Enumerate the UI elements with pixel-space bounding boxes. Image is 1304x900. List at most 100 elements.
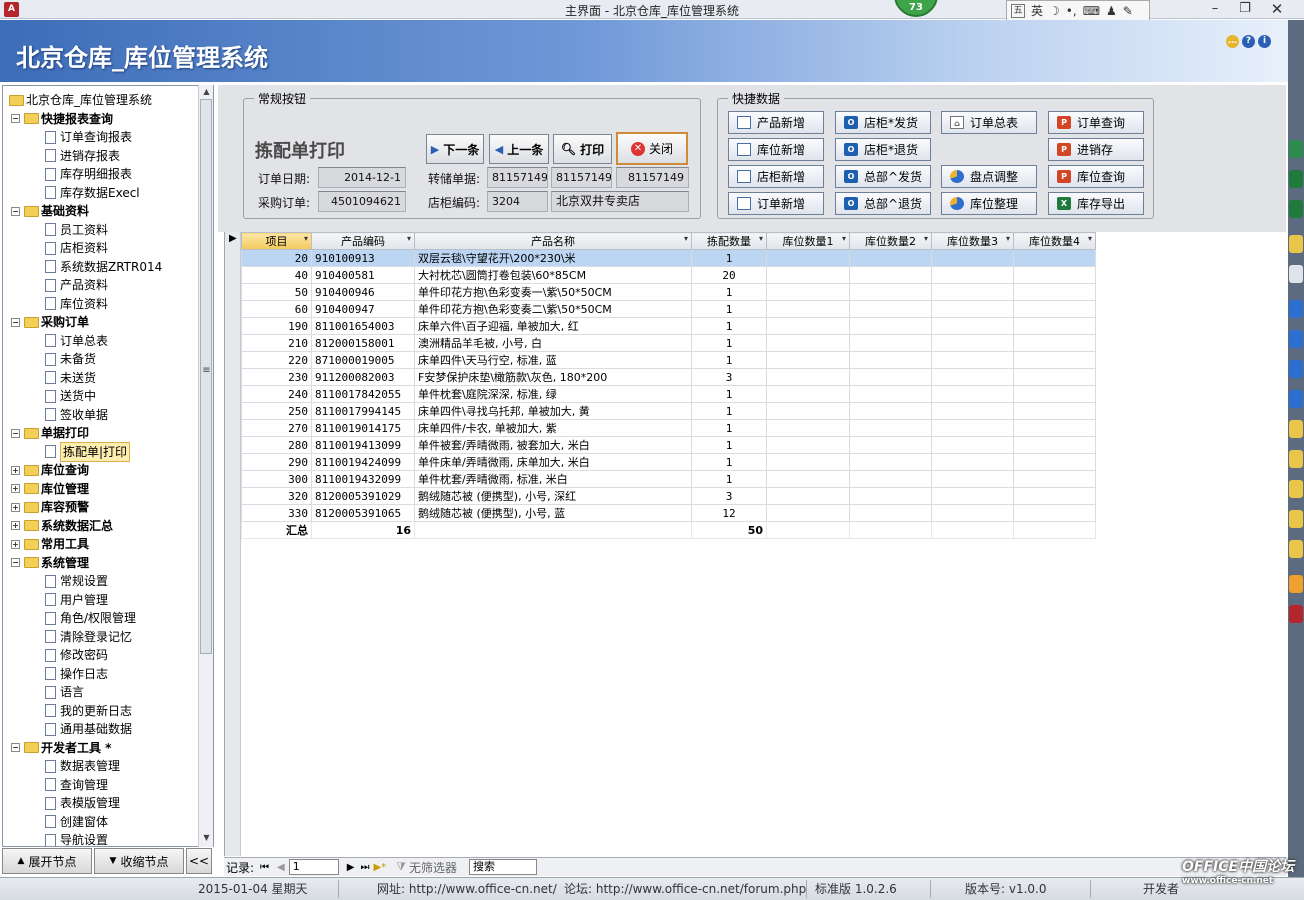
browser-icon[interactable] bbox=[1289, 390, 1303, 408]
app-icon[interactable] bbox=[1289, 575, 1303, 593]
column-header[interactable]: 库位数量2 ▾ bbox=[849, 232, 932, 250]
help-icon[interactable]: ? bbox=[1242, 35, 1255, 48]
close-form-button[interactable]: ✕ 关闭 bbox=[616, 132, 688, 165]
table-cell[interactable] bbox=[849, 266, 932, 284]
punctuation-icon[interactable]: •, bbox=[1066, 4, 1077, 18]
table-cell[interactable]: 280 bbox=[241, 436, 312, 454]
table-cell[interactable]: 8120005391029 bbox=[311, 487, 415, 505]
table-cell[interactable] bbox=[766, 368, 850, 386]
table-row[interactable]: 50 910400946 单件印花方抱\色彩变奏一\紫\50*50CM 1 bbox=[241, 283, 1096, 301]
current-record-input[interactable]: 1 bbox=[288, 859, 339, 875]
table-cell[interactable]: 床单四件\天马行空, 标准, 蓝 bbox=[414, 351, 692, 369]
table-cell[interactable] bbox=[849, 453, 932, 471]
table-cell[interactable] bbox=[849, 368, 932, 386]
wrench-icon[interactable]: ✎ bbox=[1123, 4, 1133, 18]
transfer-field-1[interactable]: 81157149 bbox=[487, 167, 548, 188]
table-cell[interactable]: 鹅绒随芯被 (便携型), 小号, 深红 bbox=[414, 487, 692, 505]
table-row[interactable]: 60 910400947 单件印花方抱\色彩变奏二\紫\50*50CM 1 bbox=[241, 300, 1096, 318]
nav-item[interactable]: 未备货 bbox=[45, 350, 96, 368]
table-cell[interactable] bbox=[1013, 470, 1096, 488]
nav-item[interactable]: 操作日志 bbox=[45, 665, 108, 683]
table-cell[interactable] bbox=[931, 249, 1014, 267]
nav-group[interactable]: − 采购订单 bbox=[11, 313, 89, 331]
po-field[interactable]: 4501094621 bbox=[318, 191, 406, 212]
prev-record-icon[interactable]: ◀ bbox=[277, 862, 285, 873]
folder-icon[interactable] bbox=[1289, 420, 1303, 438]
quick-button[interactable]: 库位新增 bbox=[728, 138, 824, 161]
table-cell[interactable]: 鹅绒随芯被 (便携型), 小号, 蓝 bbox=[414, 504, 692, 522]
nav-group[interactable]: + 库容预警 bbox=[11, 498, 89, 516]
nav-item[interactable]: 数据表管理 bbox=[45, 757, 120, 775]
collapse-node-icon[interactable]: − bbox=[11, 743, 20, 752]
nav-group[interactable]: − 开发者工具 * bbox=[11, 739, 111, 757]
table-cell[interactable]: 910400581 bbox=[311, 266, 415, 284]
nav-item[interactable]: 库存数据Execl bbox=[45, 184, 140, 202]
next-record-button[interactable]: ▶ 下一条 bbox=[426, 134, 484, 164]
nav-item[interactable]: 角色/权限管理 bbox=[45, 609, 136, 627]
table-cell[interactable] bbox=[766, 351, 850, 369]
column-header[interactable]: 拣配数量 ▾ bbox=[691, 232, 767, 250]
table-cell[interactable] bbox=[766, 487, 850, 505]
table-cell[interactable] bbox=[849, 487, 932, 505]
table-cell[interactable] bbox=[766, 283, 850, 301]
expand-node-icon[interactable]: + bbox=[11, 502, 20, 512]
store-name-field[interactable]: 北京双井专卖店 bbox=[551, 191, 689, 212]
table-cell[interactable] bbox=[849, 436, 932, 454]
order-date-field[interactable]: 2014-12-1 bbox=[318, 167, 406, 188]
nav-group[interactable]: + 常用工具 bbox=[11, 535, 89, 553]
table-row[interactable]: 270 8110019014175 床单四件/卡农, 单被加大, 紫1 bbox=[241, 419, 1096, 437]
nav-item[interactable]: 进销存报表 bbox=[45, 147, 120, 165]
nav-item[interactable]: 订单查询报表 bbox=[45, 128, 132, 146]
table-cell[interactable]: 811001654003 bbox=[311, 317, 415, 335]
table-cell[interactable]: 澳洲精品羊毛被, 小号, 白 bbox=[414, 334, 692, 352]
table-cell[interactable]: 1 bbox=[691, 300, 767, 318]
table-cell[interactable]: 床单六件\百子迎福, 单被加大, 红 bbox=[414, 317, 692, 335]
column-header[interactable]: 库位数量3 ▾ bbox=[931, 232, 1014, 250]
table-cell[interactable] bbox=[766, 334, 850, 352]
column-header[interactable]: 库位数量1 ▾ bbox=[766, 232, 850, 250]
collapse-node-icon[interactable]: − bbox=[11, 428, 20, 438]
table-cell[interactable] bbox=[766, 419, 850, 437]
table-cell[interactable] bbox=[766, 300, 850, 318]
table-row[interactable]: 290 8110019424099 单件床单/弄晴微雨, 床单加大, 米白 1 bbox=[241, 453, 1096, 471]
table-cell[interactable]: 210 bbox=[241, 334, 312, 352]
table-cell[interactable]: 1 bbox=[691, 402, 767, 420]
expand-nodes-button[interactable]: ▲ 展开节点 bbox=[2, 848, 92, 874]
nav-group[interactable]: + 库位查询 bbox=[11, 461, 89, 479]
table-cell[interactable]: 3 bbox=[691, 368, 767, 386]
table-cell[interactable] bbox=[1013, 249, 1096, 267]
table-cell[interactable]: 8110019432099 bbox=[311, 470, 415, 488]
table-cell[interactable] bbox=[1013, 419, 1096, 437]
table-cell[interactable]: 单件床单/弄晴微雨, 床单加大, 米白 bbox=[414, 453, 692, 471]
table-row[interactable]: 190 811001654003 床单六件\百子迎福, 单被加大, 红1 bbox=[241, 317, 1096, 335]
table-cell[interactable]: 单件枕套\庭院深深, 标准, 绿 bbox=[414, 385, 692, 403]
nav-group[interactable]: − 快捷报表查询 bbox=[11, 110, 113, 128]
column-dropdown-icon[interactable]: ▾ bbox=[759, 234, 763, 243]
moon-icon[interactable]: ☽ bbox=[1049, 4, 1060, 18]
nav-item[interactable]: 修改密码 bbox=[45, 646, 108, 664]
table-cell[interactable] bbox=[1013, 385, 1096, 403]
table-cell[interactable]: 190 bbox=[241, 317, 312, 335]
folder-icon[interactable] bbox=[1289, 540, 1303, 558]
quick-button[interactable]: X 库存导出 bbox=[1048, 192, 1144, 215]
quick-button[interactable]: O 店柜*退货 bbox=[835, 138, 931, 161]
nav-item[interactable]: 用户管理 bbox=[45, 591, 108, 609]
table-cell[interactable] bbox=[1013, 487, 1096, 505]
table-cell[interactable] bbox=[1013, 283, 1096, 301]
nav-group[interactable]: − 单据打印 bbox=[11, 424, 89, 442]
quick-button[interactable]: O 店柜*发货 bbox=[835, 111, 931, 134]
table-cell[interactable]: 910400946 bbox=[311, 283, 415, 301]
window-icon[interactable] bbox=[1289, 265, 1303, 283]
nav-item[interactable]: 库位资料 bbox=[45, 295, 108, 313]
table-row[interactable]: 210 812000158001 澳洲精品羊毛被, 小号, 白1 bbox=[241, 334, 1096, 352]
nav-root[interactable]: 北京仓库_库位管理系统 bbox=[9, 91, 152, 109]
table-cell[interactable]: 60 bbox=[241, 300, 312, 318]
new-record-icon[interactable]: ▶* bbox=[373, 862, 386, 873]
quick-button[interactable]: O 总部^退货 bbox=[835, 192, 931, 215]
nav-item[interactable]: 签收单据 bbox=[45, 406, 108, 424]
table-row[interactable]: 280 8110019413099 单件被套/弄晴微雨, 被套加大, 米白 1 bbox=[241, 436, 1096, 454]
table-cell[interactable]: 812000158001 bbox=[311, 334, 415, 352]
nav-item[interactable]: 通用基础数据 bbox=[45, 720, 132, 738]
table-cell[interactable] bbox=[849, 249, 932, 267]
nav-item[interactable]: 表模版管理 bbox=[45, 794, 120, 812]
